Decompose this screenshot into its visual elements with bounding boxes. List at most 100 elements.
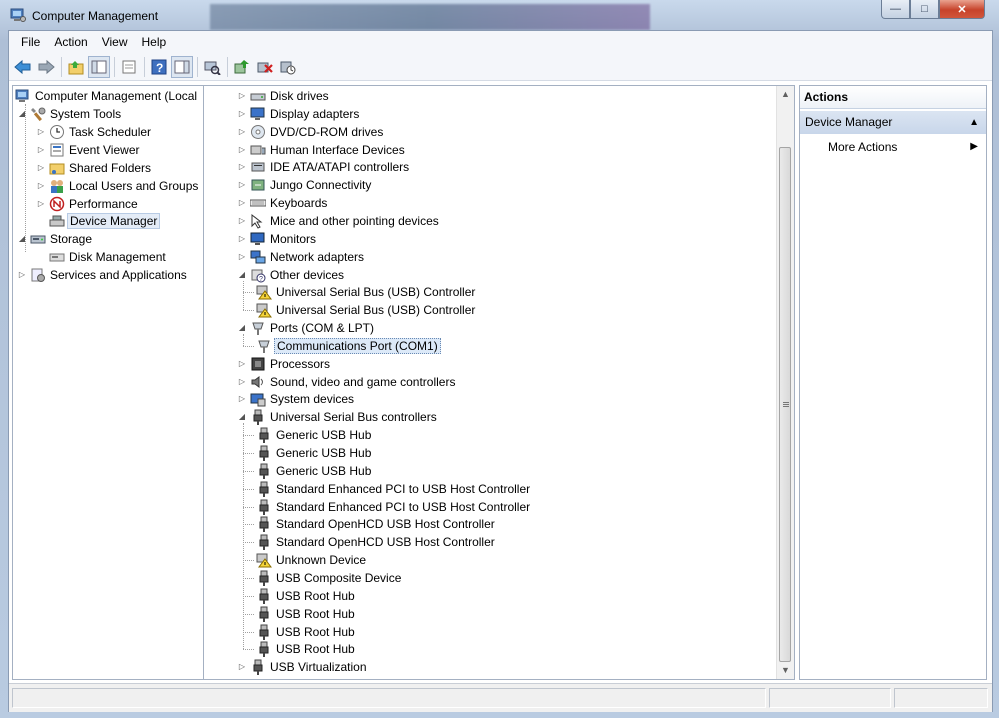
device-category[interactable]: ▷ Disk drives — [237, 87, 329, 105]
device-item[interactable]: Generic USB Hub — [256, 426, 371, 444]
device-item[interactable]: Standard OpenHCD USB Host Controller — [256, 533, 495, 551]
device-item[interactable]: USB Root Hub — [256, 587, 355, 605]
device-category[interactable]: ▷ DVD/CD-ROM drives — [237, 123, 383, 141]
svg-text:?: ? — [156, 61, 163, 75]
device-category[interactable]: ◢? Other devices — [237, 266, 344, 284]
tree-item-shared-folders[interactable]: ▷ Shared Folders — [36, 159, 151, 177]
device-category[interactable]: ▷ IDE ATA/ATAPI controllers — [237, 158, 409, 176]
device-item[interactable]: Standard OpenHCD USB Host Controller — [256, 515, 495, 533]
collapse-arrow-icon[interactable]: ◢ — [237, 319, 247, 337]
device-item[interactable]: Standard Enhanced PCI to USB Host Contro… — [256, 498, 530, 516]
expand-arrow-icon[interactable]: ▷ — [237, 141, 247, 159]
forward-arrow-icon[interactable] — [35, 56, 57, 78]
device-item[interactable]: Generic USB Hub — [256, 444, 371, 462]
device-item[interactable]: Universal Serial Bus (USB) Controller — [256, 283, 475, 301]
device-category[interactable]: ▷ Sound, video and game controllers — [237, 373, 456, 391]
expand-arrow-icon[interactable]: ▷ — [36, 159, 46, 177]
device-category[interactable]: ▷ Network adapters — [237, 248, 364, 266]
device-item[interactable]: USB Composite Device — [256, 569, 401, 587]
tree-item-system-tools[interactable]: ◢ System Tools — [17, 105, 121, 123]
scroll-thumb[interactable] — [779, 147, 791, 662]
scroll-down-arrow[interactable]: ▼ — [777, 662, 794, 679]
window-frame: Computer Management — □ ✕ File Action Vi… — [0, 0, 999, 718]
expand-arrow-icon[interactable]: ▷ — [237, 123, 247, 141]
collapse-arrow-icon[interactable]: ◢ — [237, 408, 247, 426]
tree-item-event-viewer[interactable]: ▷ Event Viewer — [36, 141, 140, 159]
device-category[interactable]: ▷ System devices — [237, 390, 354, 408]
action-pane-icon[interactable] — [171, 55, 193, 78]
tree-item-computer-management[interactable]: Computer Management (Local — [15, 87, 197, 105]
collapse-arrow-icon[interactable]: ◢ — [17, 105, 27, 123]
expand-arrow-icon[interactable]: ▷ — [36, 177, 46, 195]
device-item[interactable]: Standard Enhanced PCI to USB Host Contro… — [256, 480, 530, 498]
expand-arrow-icon[interactable]: ▷ — [237, 105, 247, 123]
menu-file[interactable]: File — [9, 31, 47, 53]
expand-arrow-icon[interactable]: ▷ — [237, 212, 247, 230]
actions-section-device-manager[interactable]: Device Manager ▲ — [800, 111, 986, 134]
menu-help[interactable]: Help — [135, 31, 174, 53]
update-driver-icon[interactable] — [231, 56, 253, 78]
device-category[interactable]: ▷ Monitors — [237, 230, 316, 248]
back-arrow-icon[interactable] — [12, 56, 34, 78]
close-button[interactable]: ✕ — [939, 0, 985, 19]
more-actions-item[interactable]: More Actions ▶ — [800, 136, 986, 158]
device-category[interactable]: ◢ Universal Serial Bus controllers — [237, 408, 437, 426]
minimize-button[interactable]: — — [881, 0, 910, 19]
expand-arrow-icon[interactable]: ▷ — [237, 658, 247, 676]
maximize-button[interactable]: □ — [910, 0, 939, 19]
scan-hardware-icon[interactable] — [201, 56, 223, 78]
tree-item-task-scheduler[interactable]: ▷ Task Scheduler — [36, 123, 151, 141]
vertical-scrollbar[interactable]: ▲ ▼ — [776, 86, 794, 679]
expand-arrow-icon[interactable]: ▷ — [237, 176, 247, 194]
device-category[interactable]: ▷ Keyboards — [237, 194, 327, 212]
collapse-arrow-icon[interactable]: ◢ — [237, 266, 247, 284]
device-category[interactable]: ▷ Processors — [237, 355, 330, 373]
show-hide-tree-icon[interactable] — [88, 55, 110, 78]
scroll-up-arrow[interactable]: ▲ — [777, 86, 794, 103]
help-icon[interactable]: ? — [148, 56, 170, 78]
device-category[interactable]: ▷ Jungo Connectivity — [237, 176, 371, 194]
collapse-triangle-icon[interactable]: ▲ — [969, 111, 979, 134]
device-item[interactable]: Unknown Device — [256, 551, 366, 569]
expand-arrow-icon[interactable]: ▷ — [237, 248, 247, 266]
device-item[interactable]: Generic USB Hub — [256, 462, 371, 480]
disable-device-icon[interactable] — [277, 56, 299, 78]
uninstall-icon[interactable] — [254, 56, 276, 78]
menu-action[interactable]: Action — [47, 31, 94, 53]
tree-item-disk-management[interactable]: Disk Management — [49, 248, 166, 266]
device-category[interactable]: ▷ Human Interface Devices — [237, 141, 405, 159]
device-category[interactable]: ▷ USB Virtualization — [237, 658, 367, 676]
device-item[interactable]: Communications Port (COM1) — [256, 337, 441, 355]
tree-item-local-users-groups[interactable]: ▷ Local Users and Groups — [36, 177, 198, 195]
expand-arrow-icon[interactable]: ▷ — [17, 266, 27, 284]
device-item[interactable]: USB Root Hub — [256, 605, 355, 623]
console-tree-pane[interactable]: Computer Management (Local ◢ System Tool… — [12, 85, 208, 680]
up-folder-icon[interactable] — [65, 56, 87, 78]
device-category[interactable]: ▷ Mice and other pointing devices — [237, 212, 439, 230]
menu-view[interactable]: View — [95, 31, 135, 53]
tree-item-device-manager[interactable]: Device Manager — [49, 212, 161, 230]
expand-arrow-icon[interactable]: ▷ — [237, 230, 247, 248]
tree-item-storage[interactable]: ◢ Storage — [17, 230, 92, 248]
expand-arrow-icon[interactable]: ▷ — [237, 390, 247, 408]
title-bar[interactable]: Computer Management — □ ✕ — [0, 0, 999, 30]
tree-item-services-applications[interactable]: ▷ Services and Applications — [17, 266, 187, 284]
tree-item-performance[interactable]: ▷ Performance — [36, 195, 138, 213]
device-category[interactable]: ◢ Ports (COM & LPT) — [237, 319, 374, 337]
properties-icon[interactable] — [118, 56, 140, 78]
collapse-arrow-icon[interactable]: ◢ — [17, 230, 27, 248]
expand-arrow-icon[interactable]: ▷ — [237, 355, 247, 373]
expand-arrow-icon[interactable]: ▷ — [237, 158, 247, 176]
device-item[interactable]: USB Root Hub — [256, 640, 355, 658]
device-category[interactable]: ▷ Display adapters — [237, 105, 359, 123]
expand-arrow-icon[interactable]: ▷ — [36, 195, 46, 213]
device-tree-pane[interactable]: ▷ Disk drives ▷ Display adapters ▷ DVD/CD-ROM… — [203, 85, 795, 680]
expand-arrow-icon[interactable]: ▷ — [237, 373, 247, 391]
expand-arrow-icon[interactable]: ▷ — [36, 123, 46, 141]
other-device-icon: ? — [250, 267, 266, 283]
expand-arrow-icon[interactable]: ▷ — [36, 141, 46, 159]
expand-arrow-icon[interactable]: ▷ — [237, 194, 247, 212]
device-item[interactable]: Universal Serial Bus (USB) Controller — [256, 301, 475, 319]
device-item[interactable]: USB Root Hub — [256, 623, 355, 641]
expand-arrow-icon[interactable]: ▷ — [237, 87, 247, 105]
